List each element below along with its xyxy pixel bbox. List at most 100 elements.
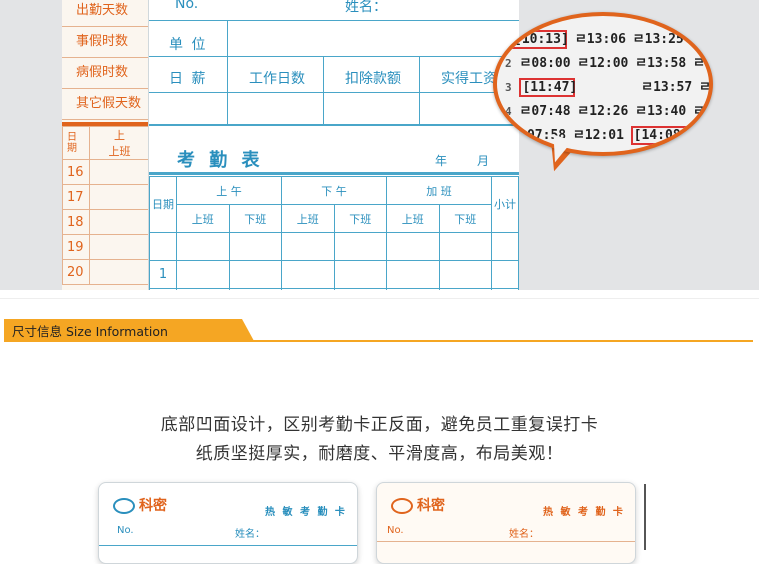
- front-grid-cell: [176, 288, 230, 290]
- front-grid-cell: [333, 232, 387, 261]
- card-title: 热 敏 考 勤 卡: [265, 507, 347, 518]
- back-row-attendance-days: 出勤天数: [62, 0, 152, 27]
- card-no-label: No.: [387, 525, 404, 536]
- zoom-cell: [14:08]: [630, 126, 688, 145]
- description-line-1: 底部凹面设计，区别考勤卡正反面，避免员工重复误打卡: [160, 415, 599, 435]
- front-overtime-header: 加 班: [386, 176, 492, 205]
- front-divider: [149, 56, 519, 57]
- zoom-cell: ㄹ08:00: [519, 56, 571, 71]
- front-time-grid: 日期 上 午 下 午 加 班 小计 上班 下班 上班 下班 上班 下班 1 2: [149, 176, 519, 290]
- back-row-sick-leave: 病假时数: [62, 58, 152, 89]
- zoom-cell: ㄹ13:40: [635, 104, 687, 119]
- back-grid-cell: [89, 184, 150, 210]
- front-divider: [149, 92, 519, 93]
- zoom-cell: ㄹ13:25: [632, 32, 684, 47]
- zoom-cell: ㄹ18: [692, 104, 713, 119]
- front-grid-cell: [438, 288, 492, 290]
- card-edge-shadow: [644, 484, 646, 550]
- zoom-row-index: 3: [505, 81, 512, 94]
- zoom-row-index: 2: [505, 57, 512, 70]
- zoom-cell: ㄹ12:26: [577, 104, 629, 119]
- front-title: 考 勤 表: [177, 150, 264, 171]
- zoom-row: 2 ㄹ08:00 ㄹ12:00 ㄹ13:58 ㄹ18: [505, 52, 709, 71]
- front-vline: [323, 56, 324, 124]
- zoom-cell: ㄹ13:57: [641, 80, 693, 95]
- back-grid-cell: [89, 209, 150, 235]
- back-grid-day: 19: [62, 234, 90, 260]
- back-grid-on-duty: 上班: [108, 145, 131, 158]
- brand-logo: 科密: [113, 495, 167, 515]
- back-grid-date-header: 日期: [62, 126, 90, 160]
- back-grid-cell: [89, 259, 150, 285]
- front-divider: [149, 172, 519, 175]
- zoom-cell: ㄹ12:01: [572, 128, 624, 143]
- zoom-cell: [10:13]: [511, 30, 569, 49]
- front-off-duty: 下班: [333, 204, 387, 233]
- product-photo: 出勤天数 事假时数 病假时数 其它假天数 日期 上 上班 16 17 18 19…: [0, 0, 759, 290]
- front-am-header: 上 午: [176, 176, 282, 205]
- section-banner-line: [4, 340, 753, 342]
- brand-logo: 科密: [391, 495, 445, 515]
- front-grid-cell: [176, 260, 230, 289]
- card-divider: [99, 545, 357, 546]
- front-work-days-label: 工作日数: [249, 71, 305, 87]
- zoom-row: 3 [11:47] ㄹ13:57 ㄹ18:0: [505, 76, 711, 97]
- zoom-bubble: [10:13] ㄹ13:06 ㄹ13:25 ㄹ18 2 ㄹ08:00 ㄹ12:0…: [493, 12, 713, 156]
- thermal-card-1: 科密 热 敏 考 勤 卡 No. 姓名：: [98, 482, 358, 564]
- back-grid-am-header: 上 上班: [89, 126, 150, 160]
- back-grid-day: 20: [62, 259, 90, 285]
- front-grid-cell: [491, 260, 519, 289]
- front-month-label: 月: [477, 154, 490, 168]
- front-unit-label: 单 位: [169, 37, 208, 53]
- front-grid-cell: [176, 232, 230, 261]
- front-grid-cell: [149, 232, 177, 261]
- card-no-label: No.: [117, 525, 134, 536]
- front-grid-cell: [386, 260, 440, 289]
- front-off-duty: 下班: [438, 204, 492, 233]
- front-row-number: 1: [149, 260, 177, 289]
- zoom-row: [10:13] ㄹ13:06 ㄹ13:25 ㄹ18: [511, 28, 711, 49]
- front-deduction-label: 扣除款额: [345, 71, 401, 87]
- brand-name: 科密: [417, 498, 445, 514]
- front-subtotal-col: 小计: [491, 176, 519, 233]
- front-grid-cell: [386, 232, 440, 261]
- front-grid-cell: [491, 232, 519, 261]
- back-row-other-leave: 其它假天数: [62, 89, 152, 120]
- section-title: 尺寸信息 Size Information: [12, 324, 168, 339]
- front-date-col: 日期: [149, 176, 177, 233]
- zoom-cell: ㄹ18:0: [698, 80, 711, 95]
- front-grid-cell: [333, 288, 387, 290]
- front-pm-header: 下 午: [281, 176, 387, 205]
- zoom-row: ㄹ07:58 ㄹ12:01 [14:08]: [515, 124, 709, 145]
- front-off-duty: 下班: [228, 204, 282, 233]
- card-name-label: 姓名：: [235, 529, 265, 540]
- back-row-personal-leave: 事假时数: [62, 27, 152, 58]
- zoom-cell: ㄹ13:58: [635, 56, 687, 71]
- zoom-row: 4 ㄹ07:48 ㄹ12:26 ㄹ13:40 ㄹ18: [505, 100, 713, 119]
- back-grid-day: 16: [62, 159, 90, 185]
- zoom-cell: ㄹ07:48: [519, 104, 571, 119]
- front-name-label: 姓名：: [345, 0, 387, 15]
- front-vline: [419, 56, 420, 124]
- front-grid-cell: [281, 260, 335, 289]
- front-on-duty: 上班: [176, 204, 230, 233]
- front-row-number: 2: [149, 288, 177, 290]
- front-daily-pay-label: 日 薪: [169, 71, 208, 87]
- logo-icon: [113, 498, 135, 514]
- front-year-label: 年: [435, 154, 448, 168]
- front-actual-pay-label: 实得工资: [441, 71, 497, 87]
- front-divider: [149, 124, 519, 126]
- card-divider: [377, 541, 635, 542]
- card-title: 热 敏 考 勤 卡: [543, 507, 625, 518]
- front-grid-cell: [386, 288, 440, 290]
- logo-icon: [391, 498, 413, 514]
- back-card-grid: 日期 上 上班 16 17 18 19 20: [62, 122, 150, 285]
- front-grid-cell: [228, 260, 282, 289]
- front-grid-cell: [438, 260, 492, 289]
- front-grid-cell: [491, 288, 519, 290]
- front-divider: [149, 20, 519, 21]
- zoom-cell: ㄹ18: [690, 32, 711, 47]
- front-vline: [227, 20, 228, 124]
- front-on-duty: 上班: [281, 204, 335, 233]
- zoom-cell: ㄹ13:06: [574, 32, 626, 47]
